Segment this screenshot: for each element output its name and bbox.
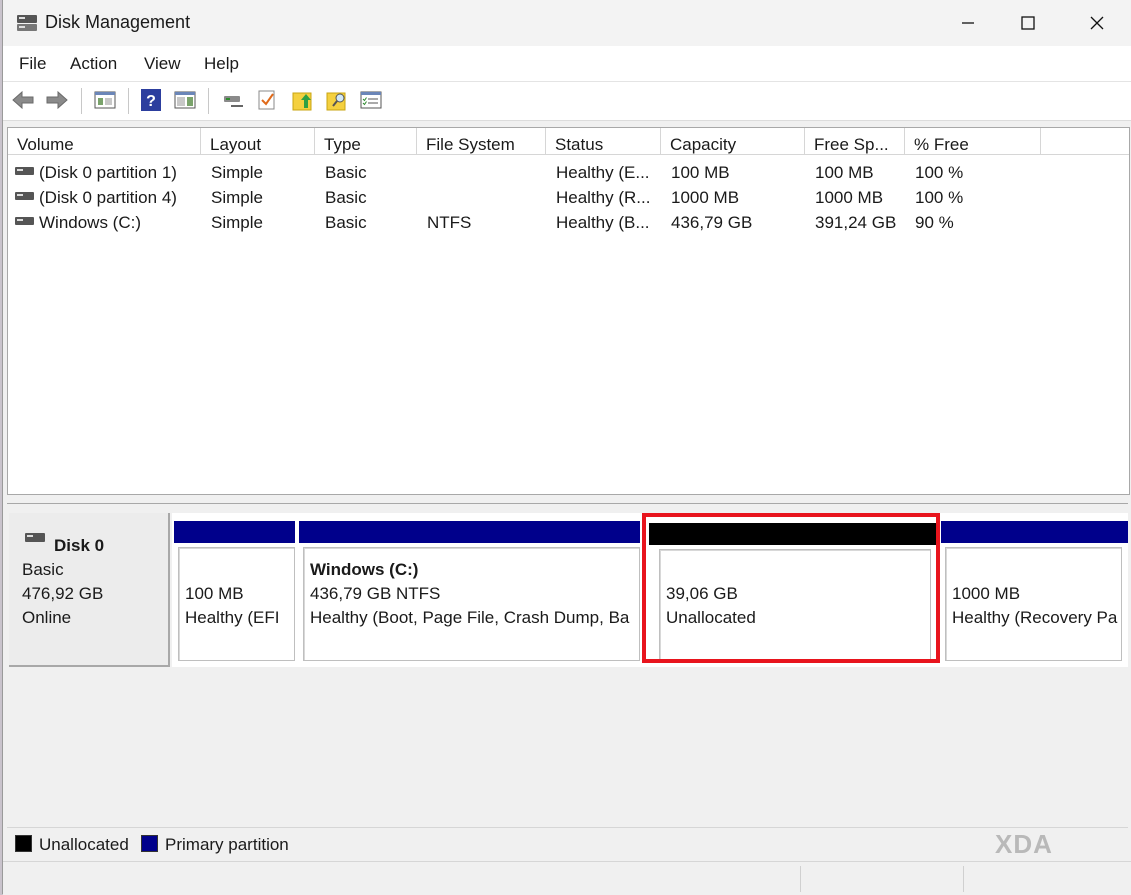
disk-0-partitions: 100 MB Healthy (EFI Windows (C:) 436,79 … (172, 513, 1128, 667)
partition-status: Unallocated (666, 608, 756, 627)
pane-splitter[interactable] (7, 495, 1128, 504)
volume-capacity: 436,79 GB (671, 213, 753, 232)
volume-list: Volume Layout Type File System Status Ca… (7, 127, 1130, 495)
volume-drive-icon (15, 167, 34, 175)
volume-free-space: 1000 MB (815, 188, 884, 207)
disk-management-app-icon (17, 15, 37, 31)
volume-status: Healthy (R... (556, 188, 651, 207)
volume-percent-free: 100 % (915, 163, 964, 182)
partition-size: 436,79 GB NTFS (310, 584, 441, 603)
partition-body: Windows (C:) 436,79 GB NTFS Healthy (Boo… (303, 547, 640, 661)
menu-bar: File Action View Help (3, 46, 1131, 82)
partition-body: 1000 MB Healthy (Recovery Pa (945, 547, 1122, 661)
volume-free-space: 100 MB (815, 163, 874, 182)
volume-name: Windows (C:) (39, 213, 142, 232)
partition-efi[interactable]: 100 MB Healthy (EFI (172, 513, 297, 667)
partition-unallocated[interactable]: 39,06 GB Unallocated (647, 513, 939, 667)
partition-bar (649, 523, 937, 545)
legend-swatch-unallocated (15, 835, 32, 852)
graphical-view: Disk 0 Basic 476,92 GB Online 100 MB Hea… (7, 505, 1128, 822)
column-header-layout[interactable]: Layout (201, 128, 315, 155)
volume-capacity: 100 MB (671, 163, 730, 182)
volume-layout: Simple (211, 188, 263, 207)
partition-body: 100 MB Healthy (EFI (178, 547, 295, 661)
disk-size: 476,92 GB (22, 584, 104, 603)
volume-free-space: 391,24 GB (815, 213, 897, 232)
partition-size: 100 MB (185, 584, 244, 603)
partition-windows-c[interactable]: Windows (C:) 436,79 GB NTFS Healthy (Boo… (297, 513, 642, 667)
folder-up-icon[interactable] (291, 88, 315, 112)
column-header-volume[interactable]: Volume (8, 128, 201, 155)
volume-percent-free: 100 % (915, 188, 964, 207)
close-icon (1090, 16, 1104, 30)
column-header-filler (1041, 128, 1129, 155)
legend-swatch-primary (141, 835, 158, 852)
partition-bar (941, 521, 1128, 543)
disk-type: Basic (22, 560, 64, 579)
volume-percent-free: 90 % (915, 213, 954, 232)
back-icon[interactable] (11, 88, 35, 112)
partition-size: 1000 MB (952, 584, 1021, 603)
menu-view[interactable]: View (144, 54, 181, 74)
column-header-status[interactable]: Status (546, 128, 661, 155)
disk-name: Disk 0 (54, 536, 105, 555)
volume-name: (Disk 0 partition 1) (39, 163, 177, 182)
volume-capacity: 1000 MB (671, 188, 740, 207)
forward-icon[interactable] (45, 88, 69, 112)
volume-status: Healthy (E... (556, 163, 650, 182)
column-header-percent-free[interactable]: % Free (905, 128, 1041, 155)
partition-recovery[interactable]: 1000 MB Healthy (Recovery Pa (939, 513, 1128, 667)
disk-0-label[interactable]: Disk 0 Basic 476,92 GB Online (9, 513, 170, 667)
partition-status: Healthy (Boot, Page File, Crash Dump, Ba (310, 608, 630, 627)
volume-drive-icon (15, 192, 34, 200)
volume-layout: Simple (211, 213, 263, 232)
partition-bar (174, 521, 295, 543)
disk-state: Online (22, 608, 72, 627)
console-tree-icon[interactable] (93, 88, 117, 112)
volume-type: Basic (325, 213, 367, 232)
volume-status: Healthy (B... (556, 213, 650, 232)
action-pane-icon[interactable] (173, 88, 197, 112)
legend: Unallocated Primary partition (7, 827, 1128, 860)
column-header-capacity[interactable]: Capacity (661, 128, 805, 155)
window-title: Disk Management (45, 12, 191, 32)
minimize-icon (962, 22, 974, 24)
close-button[interactable] (1062, 0, 1131, 46)
svg-text:?: ? (146, 93, 156, 110)
status-bar (3, 861, 1131, 895)
volume-name: (Disk 0 partition 4) (39, 188, 177, 207)
partition-status: Healthy (EFI (185, 608, 280, 627)
legend-label-unallocated: Unallocated (39, 835, 129, 854)
volume-type: Basic (325, 163, 367, 182)
column-header-free-space[interactable]: Free Sp... (805, 128, 905, 155)
partition-status: Healthy (Recovery Pa (952, 608, 1118, 627)
maximize-icon (1021, 16, 1035, 30)
connect-drive-icon[interactable] (221, 88, 245, 112)
volume-layout: Simple (211, 163, 263, 182)
disk-drive-icon (25, 533, 45, 542)
volume-drive-icon (15, 217, 34, 225)
menu-help[interactable]: Help (204, 54, 239, 74)
partition-size: 39,06 GB (666, 584, 738, 603)
folder-search-icon[interactable] (325, 88, 349, 112)
partition-bar (299, 521, 640, 543)
volume-type: Basic (325, 188, 367, 207)
properties-icon[interactable] (359, 88, 383, 112)
xda-watermark-logo: XDA (995, 829, 1053, 859)
column-header-type[interactable]: Type (315, 128, 417, 155)
title-bar: Disk Management (3, 0, 1131, 46)
check-icon[interactable] (255, 88, 279, 112)
help-icon[interactable]: ? (139, 88, 163, 112)
column-header-file-system[interactable]: File System (417, 128, 546, 155)
partition-body: 39,06 GB Unallocated (659, 549, 931, 661)
menu-action[interactable]: Action (70, 54, 117, 74)
disk-management-window: Disk Management File Action View Help ? … (2, 0, 1131, 895)
menu-file[interactable]: File (19, 54, 46, 74)
legend-label-primary: Primary partition (165, 835, 289, 854)
maximize-button[interactable] (993, 0, 1063, 46)
volume-file-system: NTFS (427, 213, 472, 232)
toolbar: ? (3, 82, 1131, 121)
partition-title: Windows (C:) (310, 560, 419, 579)
